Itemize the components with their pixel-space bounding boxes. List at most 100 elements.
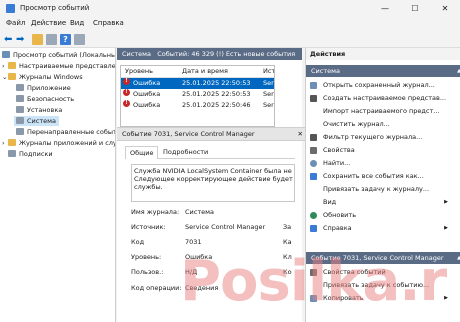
- forward-icon[interactable]: ➡: [16, 34, 27, 45]
- submenu-arrow-icon: ▶: [444, 295, 448, 301]
- refresh-icon: [310, 212, 317, 219]
- open-log-icon: [310, 82, 317, 89]
- save-icon: [310, 173, 317, 180]
- back-icon[interactable]: ⬅: [4, 34, 15, 45]
- help-icon: [310, 225, 317, 232]
- field-extra: За: [283, 223, 292, 231]
- section-label: Событие 7031, Service Control Manager: [311, 254, 444, 262]
- field-value: 7031: [185, 238, 202, 246]
- error-icon: !: [123, 78, 130, 85]
- log-header: Система Событий: 46 329 (!) Есть новые с…: [117, 48, 302, 60]
- action-save-all-events[interactable]: Сохранить все события как...: [306, 170, 456, 183]
- show-hide-actions-icon[interactable]: [74, 34, 85, 45]
- field-extra: Кл: [283, 253, 292, 261]
- show-hide-tree-icon[interactable]: [46, 34, 57, 45]
- tree-item-label: Настраиваемые представления: [19, 62, 116, 70]
- field-label: Код: [131, 238, 145, 246]
- column-level[interactable]: Уровень: [125, 66, 153, 77]
- action-copy[interactable]: Копировать ▶: [306, 292, 456, 305]
- tab-details[interactable]: Подробности: [159, 146, 212, 158]
- event-message-box: Служба NVIDIA LocalSystem Container была…: [131, 164, 295, 202]
- properties-icon: [310, 269, 317, 276]
- tree-item-custom-views[interactable]: ›Настраиваемые представления: [2, 61, 116, 71]
- menu-file[interactable]: Файл: [6, 19, 25, 27]
- tree-item-app-service-logs[interactable]: › Журналы приложений и служб: [2, 138, 115, 148]
- tree-item-security[interactable]: Безопасность: [16, 94, 74, 104]
- event-viewer-icon: [6, 4, 15, 13]
- actions-section-system[interactable]: Система ▲: [306, 65, 460, 77]
- field-label: Код операции:: [131, 284, 182, 292]
- tree-item-forwarded-events[interactable]: Перенаправленные события: [16, 127, 116, 137]
- event-source: Service: [263, 79, 274, 87]
- section-label: Система: [311, 67, 341, 75]
- folder-up-icon[interactable]: [32, 34, 43, 45]
- column-datetime[interactable]: Дата и время: [182, 66, 228, 77]
- log-icon: [16, 106, 24, 113]
- field-value: Ошибка: [185, 253, 213, 261]
- folder-icon: [8, 73, 16, 80]
- tree-item-root[interactable]: Просмотр событий (Локальный): [2, 50, 115, 60]
- log-icon: [16, 95, 24, 102]
- action-create-custom-view[interactable]: Создать настраиваемое представ...: [306, 92, 456, 105]
- actions-pane: Действия Система ▲ Открыть сохраненный ж…: [305, 48, 460, 322]
- field-label: Пользов.:: [131, 268, 164, 276]
- action-properties[interactable]: Свойства: [306, 144, 456, 157]
- tree-item-label: Перенаправленные события: [27, 128, 116, 136]
- action-attach-task-log[interactable]: Привязать задачу к журналу...: [306, 183, 456, 196]
- details-tabs: Общие Подробности: [125, 146, 295, 159]
- actions-section-event[interactable]: Событие 7031, Service Control Manager ▲: [306, 252, 460, 264]
- action-open-saved-log[interactable]: Открыть сохраненный журнал...: [306, 79, 456, 92]
- menu-action[interactable]: Действие: [31, 19, 66, 27]
- column-source[interactable]: Источ: [263, 66, 274, 77]
- navigation-tree: Просмотр событий (Локальный) › Настраивае…: [0, 48, 116, 322]
- tree-item-subscriptions[interactable]: Подписки: [8, 149, 53, 159]
- action-help[interactable]: Справка ▶: [306, 222, 456, 235]
- field-value: Система: [185, 208, 215, 216]
- tree-item-windows-logs[interactable]: ⌄ Журналы Windows: [2, 72, 83, 82]
- action-find[interactable]: Найти...: [306, 157, 456, 170]
- field-label: Имя журнала:: [131, 208, 180, 216]
- action-attach-task-event[interactable]: Привязать задачу к событию...: [306, 279, 456, 292]
- menu-help[interactable]: Справка: [93, 19, 124, 27]
- details-title: Событие 7031, Service Control Manager: [122, 130, 255, 138]
- subscription-icon: [8, 150, 16, 157]
- close-details-icon[interactable]: ✕: [298, 128, 303, 140]
- event-row[interactable]: ! Ошибка 25.01.2025 22:50:53 Service: [121, 89, 274, 100]
- action-event-properties[interactable]: Свойства событий: [306, 266, 456, 279]
- action-filter-current-log[interactable]: Фильтр текущего журнала...: [306, 131, 456, 144]
- tree-item-setup[interactable]: Установка: [16, 105, 62, 115]
- event-level: Ошибка: [133, 90, 161, 98]
- close-button[interactable]: ✕: [430, 0, 460, 17]
- action-import-custom-view[interactable]: Импорт настраиваемого предст...: [306, 105, 456, 118]
- tree-item-label: Приложение: [27, 84, 71, 92]
- details-header: Событие 7031, Service Control Manager ✕: [117, 127, 307, 141]
- tab-general[interactable]: Общие: [125, 146, 159, 159]
- find-icon: [310, 160, 317, 167]
- maximize-button[interactable]: ☐: [400, 0, 430, 17]
- log-icon: [16, 128, 24, 135]
- tree-item-label: Подписки: [19, 150, 53, 158]
- error-icon: !: [123, 100, 130, 107]
- help-icon[interactable]: ?: [60, 34, 71, 45]
- event-row-selected[interactable]: ! Ошибка 25.01.2025 22:50:53 Service: [121, 78, 274, 89]
- minimize-button[interactable]: —: [370, 0, 400, 17]
- title-bar: Просмотр событий — ☐ ✕: [0, 0, 460, 17]
- folder-icon: [8, 139, 16, 146]
- event-row[interactable]: ! Ошибка 25.01.2025 22:50:46 Service: [121, 100, 274, 111]
- tree-item-application[interactable]: Приложение: [16, 83, 71, 93]
- tree-item-system[interactable]: Система: [14, 116, 60, 126]
- field-label: Источник:: [131, 223, 166, 231]
- tree-item-label: Установка: [27, 106, 63, 114]
- tree-item-label: Безопасность: [27, 95, 75, 103]
- event-datetime: 25.01.2025 22:50:53: [182, 79, 251, 87]
- tree-item-label: Система: [27, 117, 57, 125]
- event-source: Service: [263, 101, 274, 109]
- menu-bar: Файл Действие Вид Справка: [0, 17, 460, 31]
- action-refresh[interactable]: Обновить: [306, 209, 456, 222]
- folder-icon: [8, 62, 16, 69]
- action-view[interactable]: Вид ▶: [306, 196, 456, 209]
- actions-title: Действия: [306, 48, 460, 60]
- action-clear-log[interactable]: Очистить журнал...: [306, 118, 456, 131]
- menu-view[interactable]: Вид: [70, 19, 84, 27]
- field-value: Сведения: [185, 284, 219, 292]
